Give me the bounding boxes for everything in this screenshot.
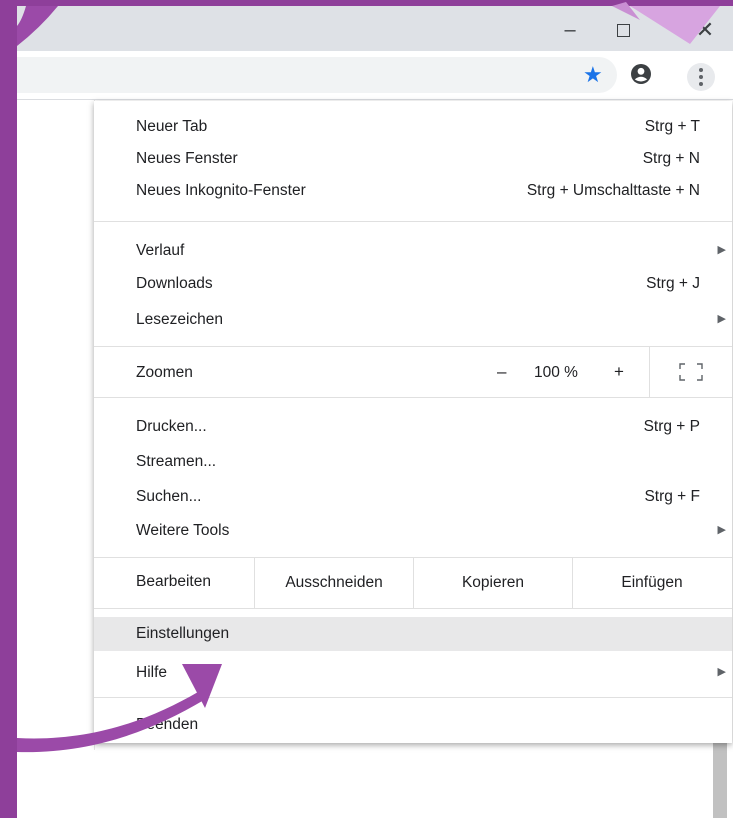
cut-button[interactable]: Ausschneiden (254, 558, 413, 608)
menu-item-label: Hilfe (136, 664, 168, 681)
close-icon[interactable]: ✕ (682, 12, 728, 48)
menu-item-label: Streamen... (136, 453, 217, 470)
more-menu-icon[interactable] (687, 63, 715, 91)
menu-item-shortcut: Strg + J (646, 275, 700, 292)
menu-item-label: Drucken... (136, 418, 207, 435)
star-icon[interactable]: ★ (583, 62, 603, 88)
title-bar: – ✕ (17, 6, 733, 51)
toolbar: ★ (17, 51, 733, 100)
zoom-out-button[interactable]: – (497, 362, 506, 382)
menu-item-exit[interactable]: Beenden (94, 709, 732, 741)
menu-item-bookmarks[interactable]: Lesezeichen ▶ (94, 304, 732, 336)
menu-item-new-incognito-window[interactable]: Neues Inkognito-Fenster Strg + Umschaltt… (94, 175, 732, 207)
paste-button[interactable]: Einfügen (572, 558, 731, 608)
menu-separator (94, 221, 732, 222)
menu-separator (94, 397, 732, 398)
menu-item-label: Lesezeichen (136, 311, 224, 328)
maximize-icon[interactable] (600, 12, 646, 48)
menu-item-zoom: Zoomen – 100 % + (94, 347, 732, 397)
menu-item-shortcut: Strg + Umschalttaste + N (526, 182, 700, 199)
scrollbar[interactable] (713, 730, 727, 818)
submenu-arrow-icon: ▶ (717, 244, 726, 256)
submenu-arrow-icon: ▶ (717, 313, 726, 325)
copy-button[interactable]: Kopieren (413, 558, 572, 608)
submenu-arrow-icon: ▶ (717, 524, 726, 536)
menu-separator (94, 697, 732, 698)
submenu-arrow-icon: ▶ (717, 666, 726, 678)
menu-item-label: Neues Inkognito-Fenster (136, 182, 306, 199)
menu-item-settings[interactable]: Einstellungen (94, 617, 732, 651)
menu-item-label: Suchen... (136, 488, 202, 505)
menu-item-new-window[interactable]: Neues Fenster Strg + N (94, 143, 732, 175)
menu-item-history[interactable]: Verlauf ▶ (94, 235, 732, 267)
menu-edit-row: Bearbeiten Ausschneiden Kopieren Einfüge… (94, 558, 732, 608)
zoom-level: 100 % (534, 364, 578, 381)
menu-item-label: Beenden (136, 716, 199, 733)
minimize-icon[interactable]: – (547, 12, 593, 48)
menu-item-cast[interactable]: Streamen... (94, 446, 732, 478)
menu-item-help[interactable]: Hilfe ▶ (94, 657, 732, 689)
menu-item-label: Neuer Tab (136, 118, 208, 135)
menu-item-downloads[interactable]: Downloads Strg + J (94, 268, 732, 300)
purple-frame-left (0, 0, 17, 818)
fullscreen-icon[interactable] (679, 363, 703, 381)
menu-item-label: Downloads (136, 275, 213, 292)
menu-item-label: Verlauf (136, 242, 185, 259)
profile-icon[interactable] (630, 63, 652, 85)
zoom-in-button[interactable]: + (614, 362, 624, 382)
menu-item-shortcut: Strg + T (644, 118, 700, 135)
menu-item-more-tools[interactable]: Weitere Tools ▶ (94, 515, 732, 547)
menu-item-shortcut: Strg + N (642, 150, 700, 167)
menu-item-label: Neues Fenster (136, 150, 238, 167)
menu-item-label: Einstellungen (136, 625, 230, 642)
zoom-divider (649, 347, 650, 397)
zoom-label: Zoomen (136, 364, 193, 381)
menu-item-shortcut: Strg + F (644, 488, 700, 505)
chrome-main-menu: Neuer Tab Strg + T Neues Fenster Strg + … (94, 101, 732, 743)
menu-item-print[interactable]: Drucken... Strg + P (94, 411, 732, 443)
menu-separator (94, 608, 732, 609)
edit-label: Bearbeiten (136, 573, 211, 590)
menu-item-find[interactable]: Suchen... Strg + F (94, 481, 732, 513)
address-bar[interactable] (17, 57, 617, 93)
menu-item-shortcut: Strg + P (643, 418, 700, 435)
menu-item-new-tab[interactable]: Neuer Tab Strg + T (94, 111, 732, 143)
menu-item-label: Weitere Tools (136, 522, 230, 539)
